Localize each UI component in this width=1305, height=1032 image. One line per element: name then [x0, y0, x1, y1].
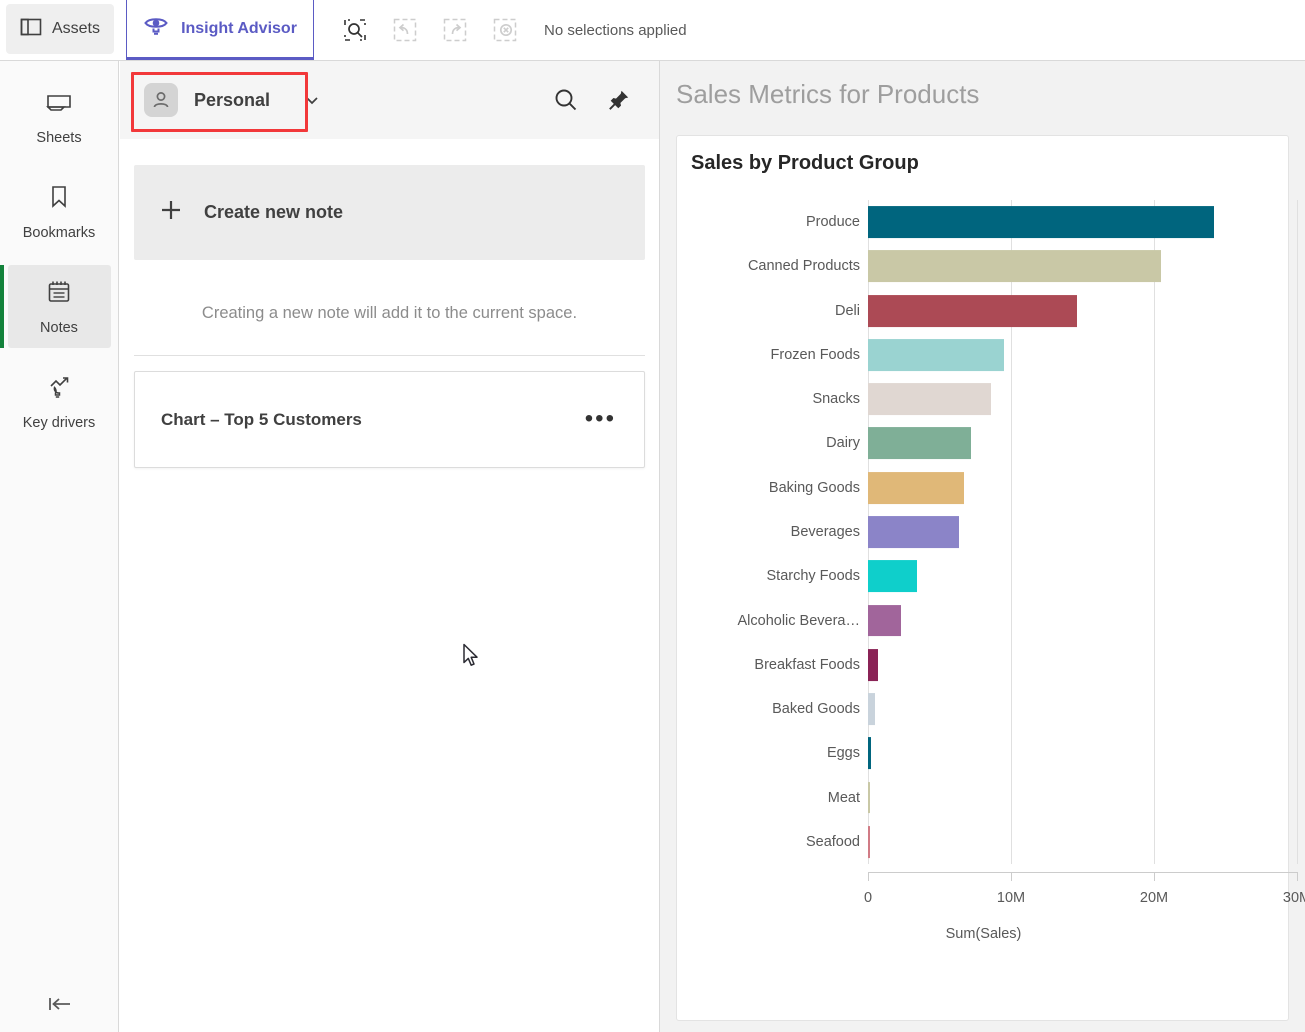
bar-category-label[interactable]: Snacks [700, 391, 860, 407]
selection-status: No selections applied [544, 21, 687, 39]
bar-category-label[interactable]: Seafood [700, 834, 860, 850]
chart-gridline [1297, 200, 1298, 864]
bar-category-label[interactable]: Breakfast Foods [700, 657, 860, 673]
tab-insight-advisor[interactable]: Insight Advisor [126, 0, 314, 60]
ellipsis-icon[interactable]: ••• [585, 406, 616, 431]
bar[interactable] [868, 338, 1004, 371]
x-axis-title: Sum(Sales) [945, 926, 1022, 942]
plus-icon [160, 199, 182, 226]
left-rail: Sheets Bookmarks Notes Key drivers [0, 61, 119, 1032]
person-icon [144, 83, 178, 117]
selection-toolbar [342, 0, 518, 60]
x-axis-tick [1297, 872, 1298, 881]
notes-divider [134, 355, 645, 356]
list-item[interactable]: Chart – Top 5 Customers ••• [134, 371, 645, 468]
create-new-note-button[interactable]: Create new note [134, 165, 645, 260]
bar[interactable] [868, 781, 870, 814]
bar[interactable] [868, 693, 876, 725]
notes-panel: Personal Create new note Creating a new … [120, 61, 660, 1032]
x-axis-tick-label: 30M [1282, 890, 1305, 906]
bar[interactable] [868, 206, 1215, 239]
bar[interactable] [868, 294, 1077, 327]
bar[interactable] [868, 471, 964, 504]
page-title: Sales Metrics for Products [676, 79, 980, 109]
sidebar-item-bookmarks-label: Bookmarks [22, 225, 96, 241]
bar-category-label[interactable]: Produce [700, 214, 860, 230]
key-drivers-icon [45, 374, 73, 405]
tab-assets[interactable]: Assets [6, 4, 114, 54]
bar[interactable] [868, 825, 870, 858]
x-axis-line [868, 872, 1297, 873]
x-axis-tick [868, 872, 869, 881]
bar[interactable] [868, 250, 1162, 283]
bar-category-label[interactable]: Eggs [700, 745, 860, 761]
step-back-icon[interactable] [392, 17, 418, 43]
notes-header-actions [553, 87, 631, 113]
bar-category-label[interactable]: Alcoholic Bevera… [700, 613, 861, 629]
sidebar-item-sheets-label: Sheets [36, 130, 82, 146]
chevron-down-icon[interactable] [304, 94, 320, 106]
sidebar-item-sheets[interactable]: Sheets [8, 77, 111, 158]
step-forward-icon[interactable] [442, 17, 468, 43]
notes-hint-text: Creating a new note will add it to the c… [201, 304, 578, 322]
x-axis-tick [1154, 872, 1155, 881]
bar-category-label[interactable]: Baked Goods [700, 701, 860, 717]
bar-category-label[interactable]: Beverages [700, 524, 860, 540]
bookmark-icon [48, 184, 70, 215]
space-selector[interactable]: Personal [136, 73, 278, 127]
pin-icon[interactable] [607, 88, 631, 112]
create-new-note-label: Create new note [204, 202, 344, 222]
notes-icon [46, 279, 72, 310]
chart-title: Sales by Product Group [691, 152, 919, 174]
sidebar-item-bookmarks[interactable]: Bookmarks [8, 170, 111, 253]
x-axis-tick-label: 10M [996, 890, 1026, 906]
top-toolbar: Assets Insight Advisor No selections app… [0, 0, 1305, 61]
collapse-left-icon[interactable] [0, 994, 119, 1014]
bar[interactable] [868, 383, 991, 416]
bar[interactable] [868, 648, 878, 681]
bar-category-label[interactable]: Deli [700, 303, 860, 319]
tab-assets-label: Assets [51, 20, 100, 37]
note-title: Chart – Top 5 Customers [161, 409, 362, 429]
notes-panel-header: Personal [120, 61, 659, 139]
sheets-icon [45, 91, 73, 120]
bar-category-label[interactable]: Frozen Foods [700, 347, 860, 363]
app-root: Assets Insight Advisor No selections app… [0, 0, 1305, 1032]
chart-panel: Sales Metrics for Products Sales by Prod… [660, 61, 1305, 1032]
tab-insight-advisor-label: Insight Advisor [181, 19, 297, 37]
bar[interactable] [868, 427, 971, 460]
bar-category-label[interactable]: Starchy Foods [700, 568, 861, 584]
search-icon[interactable] [553, 87, 579, 113]
bar[interactable] [868, 604, 901, 637]
sidebar-item-notes-label: Notes [40, 320, 78, 336]
bar-category-label[interactable]: Meat [700, 790, 860, 806]
bar[interactable] [868, 560, 918, 593]
bar[interactable] [868, 737, 872, 770]
x-axis-tick-label: 20M [1139, 890, 1169, 906]
x-axis-tick-label: 0 [863, 890, 873, 906]
chart-card[interactable]: Sales by Product Group Produce Canned Pro… [676, 135, 1305, 1022]
sidebar-item-key-drivers[interactable]: Key drivers [8, 360, 111, 443]
chart-gridline [1154, 200, 1155, 864]
clear-selections-icon[interactable] [492, 17, 518, 43]
sidebar-item-notes[interactable]: Notes [0, 265, 111, 348]
search-selections-icon[interactable] [342, 17, 368, 43]
bar-chart-plot[interactable]: Produce Canned Products Deli Frozen Foods Sn… [677, 192, 1305, 1022]
bar[interactable] [868, 516, 959, 548]
bar-category-label[interactable]: Dairy [700, 435, 860, 451]
x-axis-tick [1011, 872, 1012, 881]
sidebar-item-key-drivers-label: Key drivers [22, 415, 96, 431]
bar-category-label[interactable]: Baking Goods [700, 480, 860, 496]
space-name-label: Personal [194, 89, 271, 110]
bar-category-label[interactable]: Canned Products [700, 258, 860, 274]
insight-advisor-icon [143, 13, 169, 44]
panel-layout-icon [20, 17, 42, 42]
